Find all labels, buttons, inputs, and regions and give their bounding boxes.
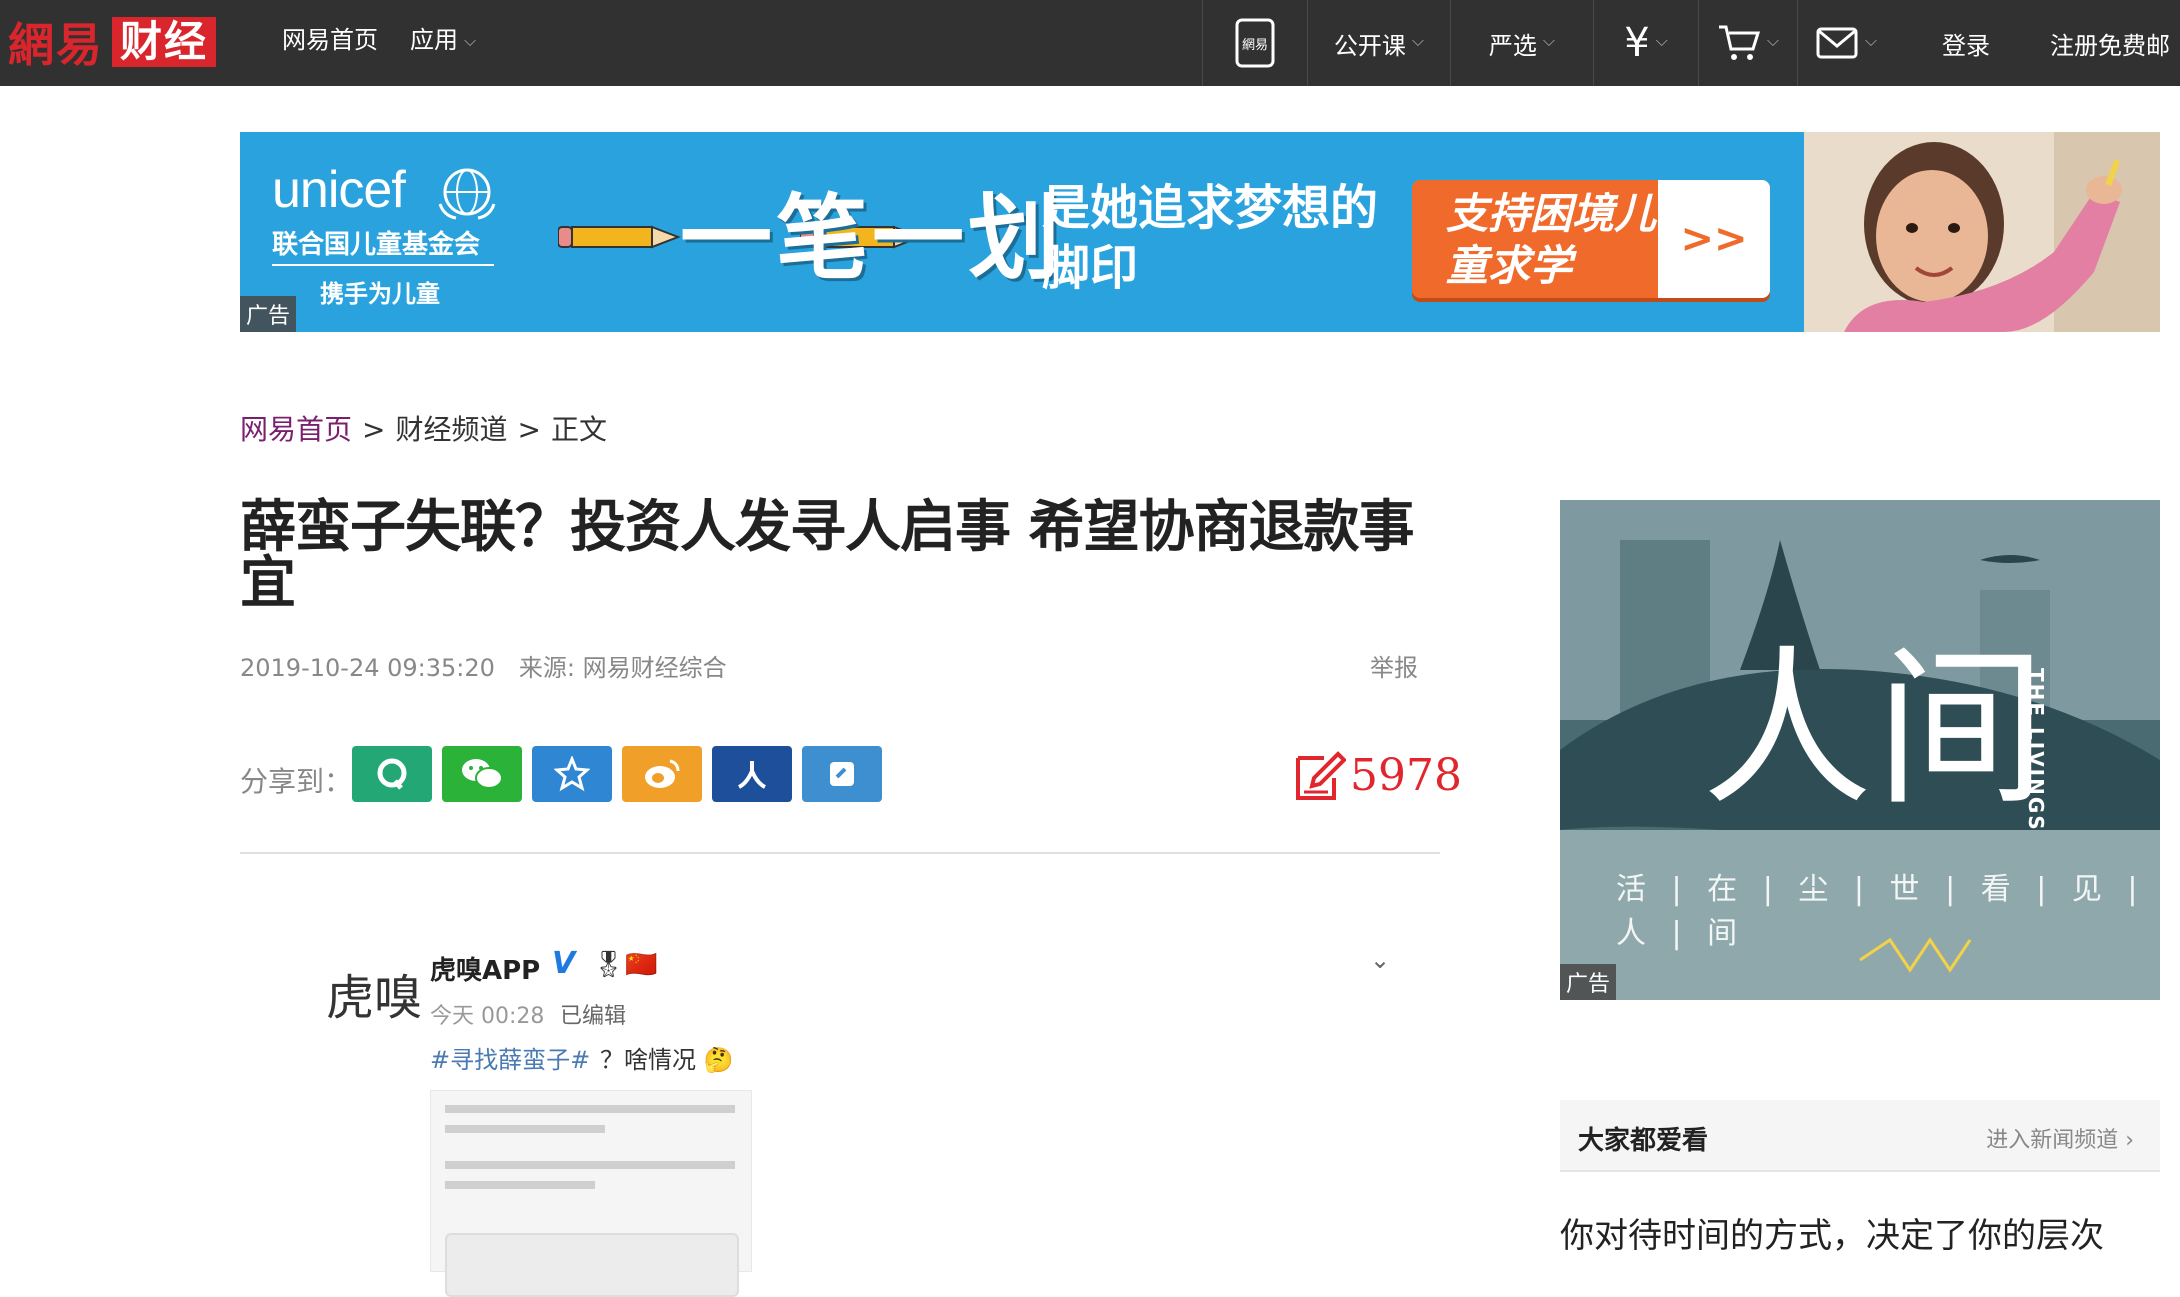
nav-shopping-cart[interactable]: ⌵ [1699,0,1797,86]
popular-item-link[interactable]: 你对待时间的方式，决定了你的层次 [1560,1208,2160,1257]
share-renren-button[interactable] [712,746,792,802]
the-livings-title-en: THE LIVINGS [2024,668,2048,832]
chevron-down-icon: ⌵ [1655,31,1668,50]
share-qq-zone-button[interactable] [352,746,432,802]
the-livings-side-ad[interactable]: 人间 THE LIVINGS 活 | 在 | 尘 | 世 | 看 | 见 | 人… [1560,500,2160,1000]
post-text-body: ？啥情况 [600,1046,696,1074]
chevron-down-icon: ⌵ [1864,31,1878,50]
nav-open-course[interactable]: 公开课 ⌵ [1308,0,1450,86]
weibo-icon [645,759,680,788]
login-link[interactable]: 登录 [1920,0,2012,86]
girl-writing-photo [1804,132,2160,332]
nav-yanxuan-label: 严选 [1488,31,1537,60]
logo-netease: 網易 [8,18,104,72]
nav-mobile-app[interactable]: 網易 [1203,0,1307,86]
missing-person-notice-image [430,1090,752,1297]
renren-icon [738,761,766,789]
nav-finance-yen[interactable]: ¥ ⌵ [1594,0,1698,86]
wechat-icon [462,759,503,789]
post-hashtag: #寻找薛蛮子# [430,1046,591,1074]
share-qq-friends-button[interactable] [532,746,612,802]
chevron-down-icon: ⌵ [1411,31,1425,50]
chevron-down-icon: ⌵ [1542,31,1556,50]
unicef-tagline: 携手为儿童 [320,280,440,308]
article-title: 薛蛮子失联？投资人发寻人启事 希望协商退款事宜 [240,495,1415,616]
unicef-banner-ad[interactable]: unicef 联合国儿童基金会 携手为儿童 广告 一笔一划 是她追求梦想的脚印 … [240,132,2160,332]
logo-finance: 财经 [112,17,217,67]
login-label: 登录 [1942,31,1990,60]
the-livings-tagline: 活 | 在 | 尘 | 世 | 看 | 见 | 人 | 间 [1616,872,2146,951]
chevron-down-icon: ⌵ [1766,31,1780,50]
post-time: 今天 00:28 [430,1004,545,1029]
cta-label: 支持困境儿童求学 [1446,189,1657,290]
unicef-underline [272,264,494,266]
svg-text:網易: 網易 [1242,38,1268,53]
breadcrumb-separator: > [362,413,386,446]
popular-section-header: 大家都爱看 进入新闻频道 › [1560,1100,2160,1172]
nav-apps-label: 应用 [410,26,458,54]
nav-open-course-label: 公开课 [1333,31,1406,60]
banner-slogan: 一笔一划 [680,185,1065,292]
yen-icon: ¥ [1624,20,1650,66]
banner-subslogan: 是她追求梦想的脚印 [1042,180,1379,296]
unicef-chinese-name: 联合国儿童基金会 [272,230,481,260]
register-link[interactable]: 注册免费邮 [2050,0,2180,86]
nav-netease-home[interactable]: 网易首页 [282,0,378,86]
mail-icon [1816,27,1858,59]
header-divider [240,852,1440,854]
ad-badge: 广告 [240,296,297,332]
article-meta: 2019-10-24 09:35:20 来源: 网易财经综合 [240,648,727,683]
star-icon [554,756,590,792]
share-youdao-button[interactable] [802,746,882,802]
register-label: 注册免费邮 [2050,31,2170,60]
post-edited: 已编辑 [560,1004,627,1029]
notice-text-line [445,1181,595,1189]
qzone-icon [377,758,407,790]
notice-text-line [445,1125,605,1133]
nav-mail[interactable]: ⌵ [1798,0,1894,86]
notice-text-line [445,1161,735,1169]
pencil-icon [558,225,681,249]
notice-photo-frame [445,1233,739,1297]
breadcrumb-channel-link[interactable]: 财经频道 [395,413,507,446]
huxiu-avatar: 虎嗅 [326,970,423,1026]
breadcrumb-home-link[interactable]: 网易首页 [240,413,352,446]
comment-edit-icon[interactable] [1294,748,1346,804]
share-weibo-button[interactable] [622,746,702,802]
embedded-weibo-screenshot: 虎嗅 虎嗅APP V 🎖🇨🇳 ⌄ 今天 00:28 已编辑 #寻找薛蛮子# ？啥… [320,940,1420,1297]
support-education-button[interactable]: 支持困境儿童求学 >> [1412,180,1770,298]
top-navigation-bar: 網易 财经 网易首页 应用 ⌵ 網易 公开课 ⌵ 严选 ⌵ ¥ ⌵ ⌵ ⌵ 登录 注册免… [0,0,2180,86]
the-livings-title: 人间 [1702,631,2051,829]
verified-badge: V [552,946,576,981]
share-wechat-button[interactable] [442,746,522,802]
share-label: 分享到： [240,765,353,798]
popular-section-title: 大家都爱看 [1578,1126,1709,1156]
unicef-wordmark: unicef [272,161,406,219]
publish-datetime: 2019-10-24 09:35:20 [240,654,495,682]
breadcrumb: 网易首页 > 财经频道 > 正文 [240,408,607,448]
unicef-globe-icon [438,168,496,220]
emoji-badges-icon: 🎖🇨🇳 [592,950,658,980]
shopping-cart-icon [1718,25,1760,60]
post-text: ？啥情况 🤔 [600,1046,734,1074]
comment-count[interactable]: 5978 [1350,750,1462,801]
breadcrumb-separator: > [517,413,541,446]
netease-finance-logo[interactable]: 網易 财经 [8,14,217,72]
report-link[interactable]: 举报 [1370,648,1418,683]
chevron-down-icon: ⌵ [464,31,477,50]
article-source[interactable]: 来源: 网易财经综合 [519,654,727,682]
mobile-app-icon: 網易 [1235,18,1275,68]
nav-yanxuan[interactable]: 严选 ⌵ [1451,0,1593,86]
nav-apps[interactable]: 应用 ⌵ [410,0,476,86]
breadcrumb-current: 正文 [550,413,607,446]
chevron-down-icon: ⌄ [1370,946,1391,974]
notice-text-line [445,1105,735,1113]
note-icon [830,762,854,786]
ad-badge: 广告 [1560,964,1617,1000]
post-author: 虎嗅APP [430,956,541,986]
double-arrow-icon: >> [1658,180,1770,298]
nav-netease-home-label: 网易首页 [282,26,378,54]
news-channel-link[interactable]: 进入新闻频道 › [1986,1122,2134,1154]
